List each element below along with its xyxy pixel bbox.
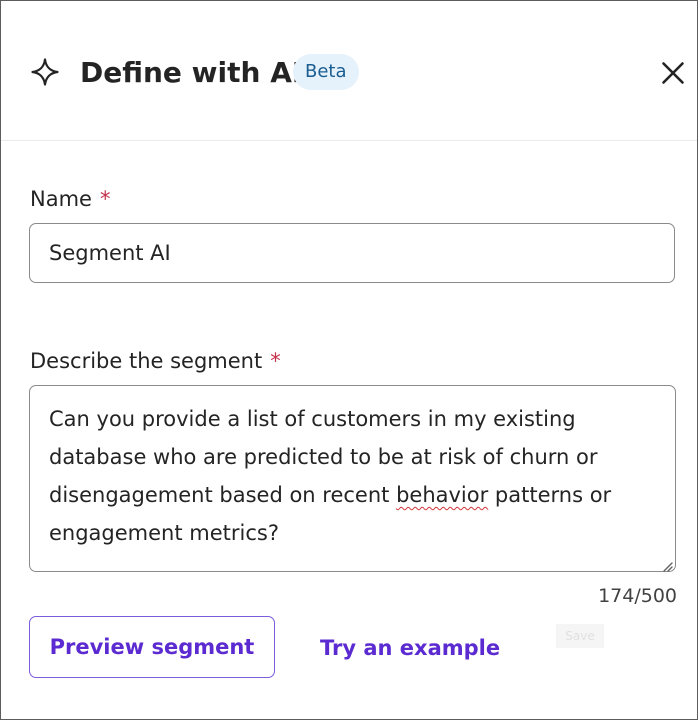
- description-field-label: Describe the segment *: [30, 346, 281, 376]
- panel-header: Define with AI Beta: [1, 1, 697, 141]
- save-button[interactable]: Save: [556, 624, 604, 648]
- resize-handle-icon[interactable]: [661, 557, 673, 572]
- character-count: 174/500: [598, 585, 677, 607]
- panel-title: Define with AI: [80, 56, 303, 89]
- preview-segment-button[interactable]: Preview segment: [29, 616, 275, 678]
- beta-badge: Beta: [293, 54, 359, 90]
- spellcheck-underlined-word: behavior: [396, 483, 489, 507]
- name-label-text: Name: [30, 187, 92, 211]
- sparkle-icon: [30, 57, 60, 87]
- close-icon: [662, 62, 684, 84]
- description-textarea[interactable]: Can you provide a list of customers in m…: [29, 385, 676, 572]
- name-field-label: Name *: [30, 184, 110, 214]
- try-an-example-link[interactable]: Try an example: [320, 633, 500, 663]
- close-button[interactable]: [657, 57, 689, 89]
- name-required-marker: *: [99, 187, 111, 211]
- description-label-text: Describe the segment: [30, 349, 263, 373]
- define-with-ai-panel: Define with AI Beta Name * Segment AI Des…: [0, 0, 698, 720]
- name-input[interactable]: Segment AI: [29, 223, 675, 283]
- description-required-marker: *: [270, 349, 281, 373]
